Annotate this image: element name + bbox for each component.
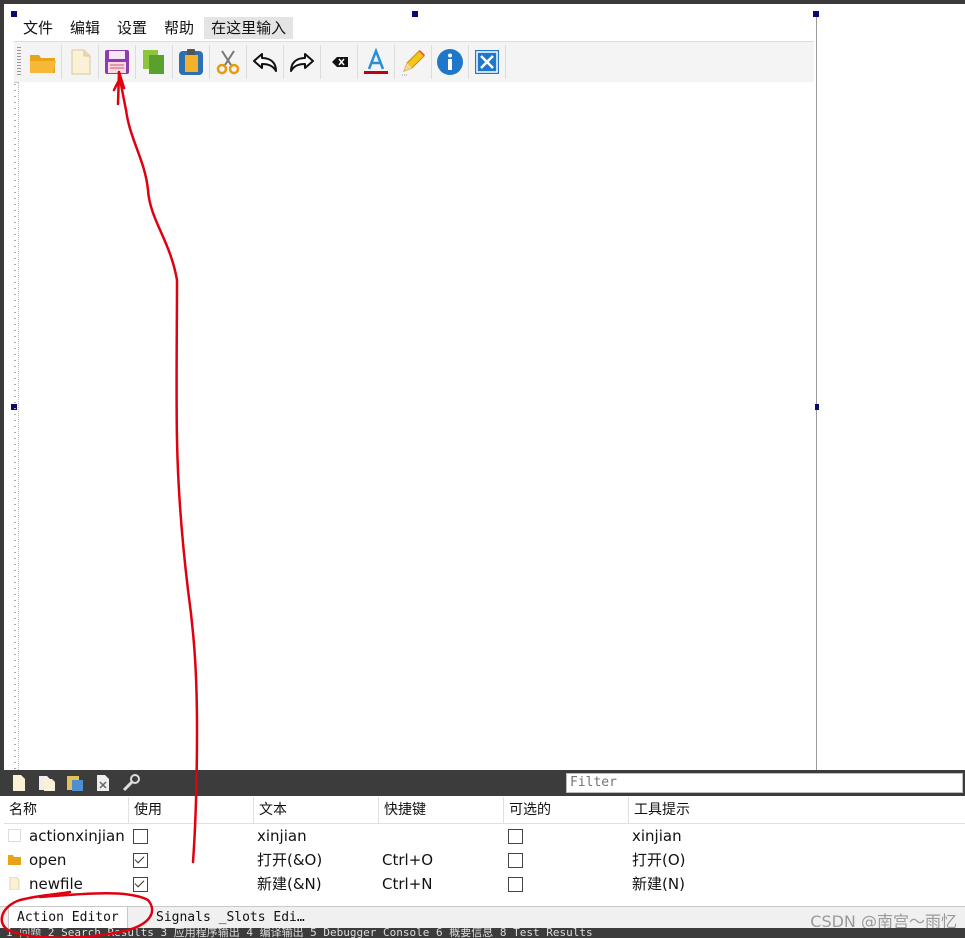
pencil-icon bbox=[402, 50, 425, 76]
main-toolbar bbox=[14, 41, 814, 83]
used-checkbox[interactable] bbox=[133, 877, 148, 892]
output-pane-bar: 1 问题 2 Search Results 3 应用程序输出 4 编译输出 5 … bbox=[0, 928, 965, 938]
action-name: actionxinjian bbox=[29, 827, 125, 845]
action-table: 名称 使用 文本 快捷键 可选的 工具提示 actionxinjian xinj… bbox=[4, 797, 965, 907]
layout-dotted-guide bbox=[14, 84, 16, 770]
column-tooltip[interactable]: 工具提示 bbox=[629, 797, 965, 823]
save-button[interactable] bbox=[99, 45, 136, 79]
action-table-header: 名称 使用 文本 快捷键 可选的 工具提示 bbox=[4, 797, 965, 824]
column-checkable[interactable]: 可选的 bbox=[504, 797, 629, 823]
menu-type-here[interactable]: 在这里输入 bbox=[204, 17, 294, 39]
window-left-frame bbox=[0, 4, 4, 770]
close-icon bbox=[475, 50, 499, 74]
copy-action-icon bbox=[39, 776, 55, 791]
new-file-icon bbox=[71, 49, 91, 75]
new-action-button[interactable] bbox=[8, 772, 30, 794]
action-tooltip: 新建(N) bbox=[632, 875, 685, 893]
table-row[interactable]: newfile 新建(&N) Ctrl+N 新建(N) bbox=[4, 872, 965, 896]
folder-icon bbox=[8, 855, 21, 865]
action-shortcut: Ctrl+N bbox=[382, 875, 433, 893]
copy-icon bbox=[143, 50, 164, 74]
toolbar-grip[interactable] bbox=[17, 47, 21, 77]
action-filter-input[interactable] bbox=[566, 773, 963, 793]
info-button[interactable] bbox=[432, 45, 469, 79]
action-shortcut: Ctrl+O bbox=[382, 851, 434, 869]
copy-action-button[interactable] bbox=[36, 772, 58, 794]
used-checkbox[interactable] bbox=[133, 829, 148, 844]
resize-handle-top[interactable] bbox=[412, 11, 418, 17]
checkable-checkbox[interactable] bbox=[508, 829, 523, 844]
table-row[interactable]: open 打开(&O) Ctrl+O 打开(O) bbox=[4, 848, 965, 872]
resize-handle-top-right[interactable] bbox=[813, 11, 819, 17]
action-name: newfile bbox=[29, 875, 83, 893]
new-file-button[interactable] bbox=[62, 45, 99, 79]
action-name: open bbox=[29, 851, 67, 869]
tab-signals-slots-editor[interactable]: Signals _Slots Edi… bbox=[148, 907, 313, 929]
open-button[interactable] bbox=[25, 45, 62, 79]
tab-action-editor[interactable]: Action Editor bbox=[8, 907, 128, 930]
open-folder-icon bbox=[30, 55, 56, 73]
menu-settings[interactable]: 设置 bbox=[108, 17, 155, 39]
central-widget[interactable] bbox=[18, 82, 815, 770]
column-text[interactable]: 文本 bbox=[254, 797, 379, 823]
action-editor-icons bbox=[8, 772, 142, 794]
font-color-icon bbox=[364, 47, 388, 74]
paste-action-icon bbox=[67, 776, 83, 791]
menubar: 文件 编辑 设置 帮助 在这里输入 bbox=[14, 17, 294, 39]
undo-button[interactable] bbox=[247, 45, 284, 79]
action-text: 新建(&N) bbox=[257, 875, 322, 893]
delete-action-icon bbox=[97, 775, 109, 791]
cut-button[interactable] bbox=[210, 45, 247, 79]
new-action-icon bbox=[13, 775, 25, 791]
font-color-button[interactable] bbox=[358, 45, 395, 79]
used-checkbox[interactable] bbox=[133, 853, 148, 868]
output-pane-tabs[interactable]: 1 问题 2 Search Results 3 应用程序输出 4 编译输出 5 … bbox=[6, 928, 593, 938]
blank-action-icon bbox=[8, 829, 21, 842]
window-top-frame bbox=[0, 0, 965, 4]
delete-action-button[interactable] bbox=[92, 772, 114, 794]
action-text: xinjian bbox=[257, 827, 307, 845]
info-icon bbox=[437, 49, 463, 75]
checkable-checkbox[interactable] bbox=[508, 853, 523, 868]
redo-icon bbox=[290, 53, 314, 72]
action-tooltip: xinjian bbox=[632, 827, 682, 845]
wrench-icon bbox=[122, 774, 140, 792]
paste-button[interactable] bbox=[173, 45, 210, 79]
table-row[interactable]: actionxinjian xinjian xinjian bbox=[4, 824, 965, 848]
save-icon bbox=[105, 50, 129, 74]
undo-icon bbox=[253, 53, 277, 72]
file-icon bbox=[9, 877, 20, 890]
action-tooltip: 打开(O) bbox=[632, 851, 686, 869]
copy-button[interactable] bbox=[136, 45, 173, 79]
close-button[interactable] bbox=[469, 45, 506, 79]
paste-icon bbox=[179, 49, 203, 75]
delete-button[interactable] bbox=[321, 45, 358, 79]
cut-icon bbox=[216, 50, 240, 75]
configure-action-button[interactable] bbox=[120, 772, 142, 794]
paste-action-button[interactable] bbox=[64, 772, 86, 794]
checkable-checkbox[interactable] bbox=[508, 877, 523, 892]
column-used[interactable]: 使用 bbox=[129, 797, 254, 823]
column-name[interactable]: 名称 bbox=[4, 797, 129, 823]
action-text: 打开(&O) bbox=[257, 851, 323, 869]
menu-file[interactable]: 文件 bbox=[14, 17, 61, 39]
delete-icon bbox=[332, 57, 348, 67]
redo-button[interactable] bbox=[284, 45, 321, 79]
menu-edit[interactable]: 编辑 bbox=[61, 17, 108, 39]
menu-help[interactable]: 帮助 bbox=[155, 17, 202, 39]
pencil-button[interactable] bbox=[395, 45, 432, 79]
column-shortcut[interactable]: 快捷键 bbox=[379, 797, 504, 823]
